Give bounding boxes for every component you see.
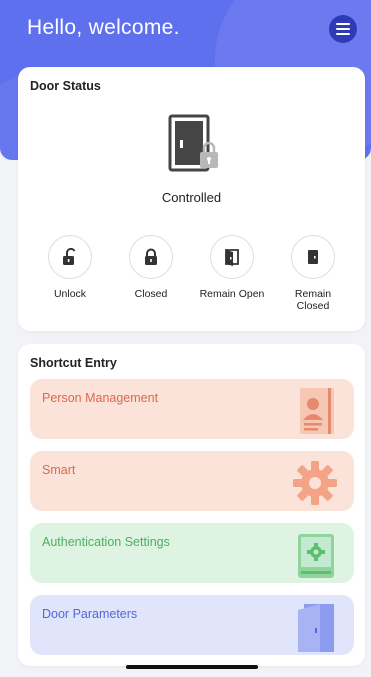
person-card-icon [300,388,334,434]
closed-button-circle[interactable] [129,235,173,279]
shortcut-person-management-label: Person Management [42,391,159,405]
remain-open-label: Remain Open [199,288,265,300]
shortcut-door-parameters[interactable]: Door Parameters [30,595,354,655]
shortcut-door-parameters-label: Door Parameters [42,607,138,621]
door-status-text: Controlled [161,190,222,205]
unlock-button-circle[interactable] [48,235,92,279]
shortcut-entry-card: Shortcut Entry Person Management Smart A… [18,344,365,666]
remain-closed-label: Remain Closed [294,288,332,312]
unlock-button[interactable]: Unlock [35,235,105,300]
door-status-card: Door Status Controlled Unlock Closed Rem… [18,67,365,331]
greeting-title: Hello, welcome. [27,16,180,39]
remain-open-button-circle[interactable] [210,235,254,279]
shortcut-smart-label: Smart [42,463,76,477]
door-open-icon [225,249,239,266]
lock-icon [145,248,157,265]
unlock-label: Unlock [53,288,87,300]
closed-button[interactable]: Closed [116,235,186,300]
remain-closed-button[interactable]: Remain Closed [278,235,348,312]
door-closed-icon [308,250,318,264]
menu-button[interactable] [329,15,357,43]
hamburger-menu-icon [336,23,350,35]
remain-closed-button-circle[interactable] [291,235,335,279]
shortcut-entry-title: Shortcut Entry [30,356,117,370]
shortcut-person-management[interactable]: Person Management [30,379,354,439]
shortcut-smart[interactable]: Smart [30,451,354,511]
door-parameters-icon [298,604,334,652]
door-controlled-icon [168,114,218,172]
shortcut-authentication-settings[interactable]: Authentication Settings [30,523,354,583]
gear-icon [293,461,337,505]
remain-open-button[interactable]: Remain Open [197,235,267,300]
shortcut-authentication-settings-label: Authentication Settings [42,535,170,549]
door-status-title: Door Status [30,79,101,93]
home-indicator [126,665,258,669]
authentication-device-icon [298,534,334,578]
closed-label: Closed [134,288,168,300]
unlock-icon [63,248,76,265]
